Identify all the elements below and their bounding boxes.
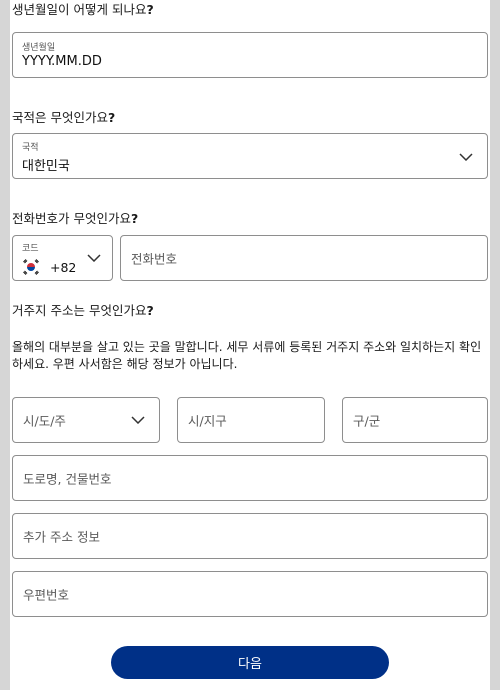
extra-address-placeholder: 추가 주소 정보: [23, 529, 100, 545]
country-code-select[interactable]: 코드 +82: [12, 235, 113, 281]
question-mark: ?: [146, 2, 154, 17]
nationality-field-label: 국적: [22, 143, 39, 153]
form-panel: 생년월일이 어떻게 되나요? 생년월일 YYYY.MM.DD 국적은 무엇인가요…: [10, 0, 490, 690]
district-placeholder: 구/군: [353, 413, 381, 429]
chevron-down-icon: [459, 153, 473, 161]
province-placeholder: 시/도/주: [23, 413, 66, 429]
birthdate-field-label: 생년월일: [22, 43, 56, 53]
province-select[interactable]: 시/도/주: [12, 397, 160, 443]
address-question: 거주지 주소는 무엇인가요?: [12, 300, 154, 319]
nationality-question-text: 국적은 무엇인가요: [12, 110, 108, 125]
phone-number-input[interactable]: 전화번호: [120, 235, 488, 281]
city-input[interactable]: 시/지구: [177, 397, 325, 443]
address-description: 올해의 대부분을 살고 있는 곳을 말합니다. 세무 서류에 등록된 거주지 주…: [12, 340, 482, 371]
chevron-down-icon: [87, 254, 101, 262]
country-code-label: 코드: [22, 244, 39, 254]
postal-code-placeholder: 우편번호: [23, 587, 70, 603]
city-placeholder: 시/지구: [188, 413, 227, 429]
street-address-input[interactable]: 도로명, 건물번호: [12, 455, 488, 501]
next-button[interactable]: 다음: [111, 646, 389, 679]
question-mark: ?: [146, 303, 154, 318]
question-mark: ?: [130, 211, 139, 226]
district-input[interactable]: 구/군: [342, 397, 488, 443]
address-question-text: 거주지 주소는 무엇인가요: [12, 303, 147, 318]
phone-number-placeholder: 전화번호: [131, 251, 178, 267]
phone-question-text: 전화번호가 무엇인가요: [12, 211, 131, 226]
street-address-placeholder: 도로명, 건물번호: [23, 471, 112, 487]
birthdate-question: 생년월일이 어떻게 되나요?: [12, 0, 154, 18]
question-mark: ?: [107, 110, 116, 125]
dial-code: +82: [50, 260, 77, 275]
korea-flag-icon: [22, 258, 40, 276]
nationality-question: 국적은 무엇인가요?: [12, 107, 115, 126]
birthdate-question-text: 생년월일이 어떻게 되나요: [12, 2, 147, 17]
birthdate-field[interactable]: 생년월일 YYYY.MM.DD: [12, 32, 488, 78]
phone-question: 전화번호가 무엇인가요?: [12, 208, 138, 227]
nationality-select[interactable]: 국적 대한민국: [12, 133, 488, 179]
nationality-value: 대한민국: [22, 159, 70, 174]
postal-code-input[interactable]: 우편번호: [12, 571, 488, 617]
birthdate-value: YYYY.MM.DD: [22, 54, 102, 69]
extra-address-input[interactable]: 추가 주소 정보: [12, 513, 488, 559]
chevron-down-icon: [131, 416, 145, 424]
